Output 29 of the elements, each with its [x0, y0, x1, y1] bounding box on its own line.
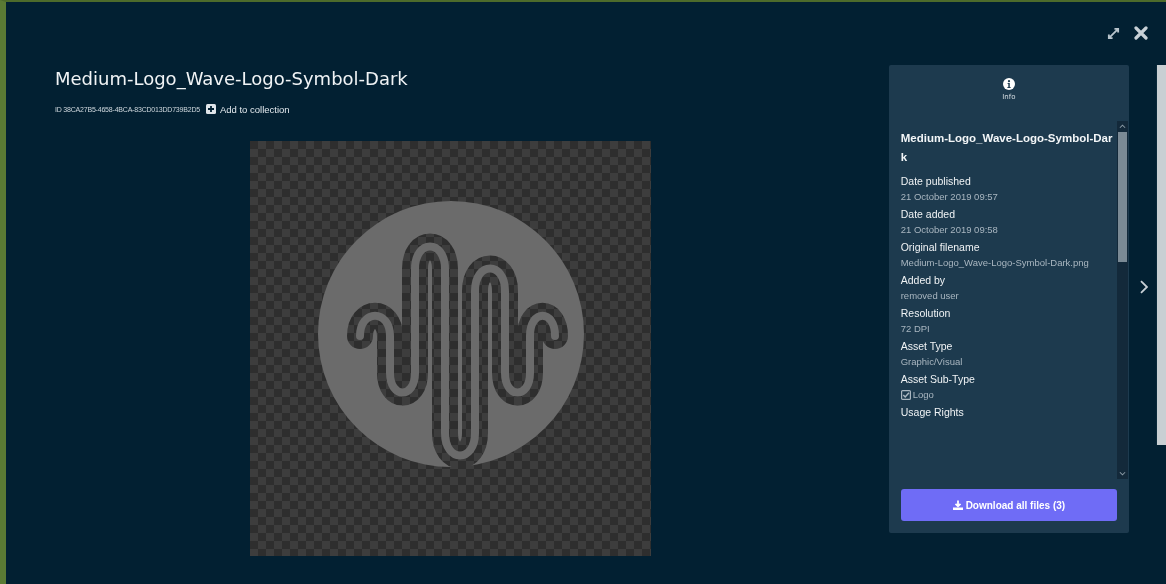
close-icon[interactable] — [1134, 26, 1148, 40]
plus-square-icon — [205, 104, 216, 114]
expand-icon[interactable] — [1107, 26, 1120, 40]
field-label: Resolution — [900, 307, 952, 320]
field-value: Logo — [912, 389, 934, 401]
download-icon — [952, 500, 963, 510]
field-value: Graphic/Visual — [900, 356, 964, 368]
scroll-down-icon[interactable] — [1119, 471, 1127, 477]
field-label: Original filename — [900, 241, 981, 254]
scroll-up-icon[interactable] — [1119, 123, 1127, 129]
asset-name-heading: Medium-Logo_Wave-Logo-Symbol-Dar k — [900, 131, 1114, 165]
field-label: Added by — [900, 274, 947, 287]
panel-scrollbar[interactable] — [1117, 121, 1129, 479]
field-label: Asset Type — [900, 340, 954, 353]
asset-title: Medium-Logo_Wave-Logo-Symbol-Dark — [55, 67, 409, 91]
page-scrollbar[interactable] — [1156, 65, 1166, 445]
field-value: 21 October 2019 09:58 — [900, 224, 999, 236]
field-value: removed user — [900, 290, 960, 302]
field-value: 72 DPI — [900, 323, 931, 335]
chevron-right-icon[interactable] — [1140, 280, 1149, 294]
info-icon — [1002, 78, 1015, 90]
add-to-collection-link[interactable]: Add to collection — [205, 103, 290, 115]
field-label: Usage Rights — [900, 406, 965, 419]
field-label: Asset Sub-Type — [900, 373, 976, 386]
download-button[interactable]: Download all files (3) — [900, 489, 1118, 521]
field-label: Date added — [900, 208, 956, 221]
field-label: Date published — [900, 175, 972, 188]
field-value: 21 October 2019 09:57 — [900, 191, 999, 203]
field-value: Medium-Logo_Wave-Logo-Symbol-Dark.png — [900, 257, 1090, 269]
